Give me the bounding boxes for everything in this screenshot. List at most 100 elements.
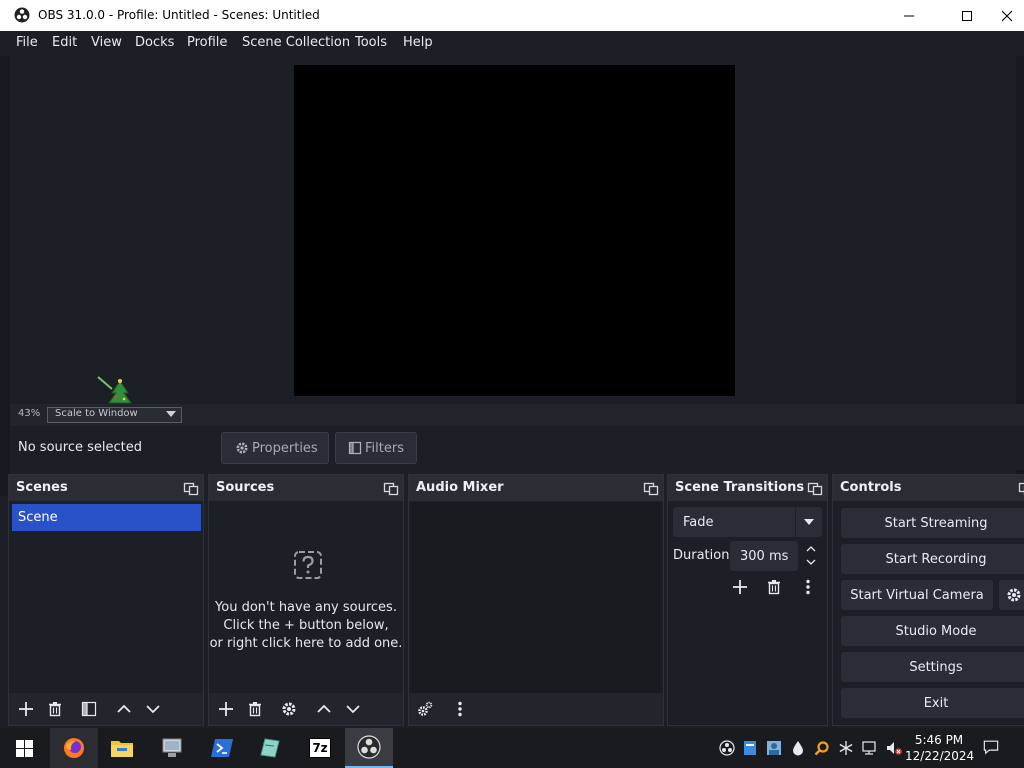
- obs-tray-icon[interactable]: [719, 740, 735, 756]
- speaker-muted-icon[interactable]: [886, 740, 902, 756]
- menu-edit[interactable]: Edit: [52, 35, 77, 50]
- close-button[interactable]: [990, 0, 1024, 31]
- taskbar-firefox[interactable]: [50, 728, 98, 768]
- menu-docks[interactable]: Docks: [135, 35, 174, 50]
- taskbar-7zip[interactable]: 7z: [296, 728, 344, 768]
- no-source-selected-label: No source selected: [18, 440, 142, 455]
- add-source-button[interactable]: [214, 697, 238, 721]
- controls-dock: Controls Start Streaming Start Recording…: [832, 474, 1024, 726]
- start-recording-button[interactable]: Start Recording: [841, 544, 1024, 574]
- filters-button[interactable]: Filters: [335, 432, 417, 464]
- trash-icon: [247, 701, 263, 717]
- gears-icon: [417, 701, 433, 717]
- obs-logo-icon: [357, 735, 381, 759]
- spin-up-icon[interactable]: [806, 545, 816, 552]
- sources-dock-footer: [209, 693, 403, 725]
- remove-scene-button[interactable]: [43, 697, 67, 721]
- transition-dropdown[interactable]: Fade: [673, 507, 822, 537]
- window-title: OBS 31.0.0 - Profile: Untitled - Scenes:…: [38, 8, 320, 22]
- scale-mode-dropdown[interactable]: Scale to Window: [47, 407, 182, 423]
- transition-dropdown-arrow[interactable]: [795, 507, 822, 537]
- settings-button[interactable]: Settings: [841, 652, 1024, 682]
- firefox-icon: [62, 736, 86, 760]
- chevron-down-icon: [345, 701, 361, 717]
- audio-mixer-dock-title: Audio Mixer: [416, 480, 504, 495]
- advanced-audio-properties-button[interactable]: [413, 697, 437, 721]
- minimize-button[interactable]: [886, 0, 932, 31]
- menu-tools[interactable]: Tools: [355, 35, 387, 50]
- remove-transition-button[interactable]: [762, 575, 786, 599]
- taskbar-file-explorer[interactable]: [98, 728, 146, 768]
- menu-scene-collection[interactable]: Scene Collection: [242, 35, 350, 50]
- 7zip-icon: 7z: [309, 738, 331, 758]
- menu-file[interactable]: File: [16, 35, 38, 50]
- trash-icon: [766, 579, 782, 595]
- move-source-down-button[interactable]: [341, 697, 365, 721]
- undock-icon[interactable]: [807, 480, 823, 496]
- undock-icon[interactable]: [1018, 480, 1024, 496]
- studio-mode-button[interactable]: Studio Mode: [841, 616, 1024, 646]
- scene-transitions-dock-header: Scene Transitions: [668, 475, 827, 501]
- scene-list-item[interactable]: Scene: [12, 504, 201, 531]
- start-streaming-button[interactable]: Start Streaming: [841, 508, 1024, 538]
- preview-canvas[interactable]: [294, 65, 735, 396]
- title-bar: OBS 31.0.0 - Profile: Untitled - Scenes:…: [0, 0, 1024, 31]
- undock-icon[interactable]: [643, 480, 659, 496]
- app-icon: [259, 737, 281, 759]
- taskbar-clock[interactable]: 5:46 PM 12/22/2024: [905, 732, 974, 764]
- taskbar-powershell[interactable]: [198, 728, 246, 768]
- scene-transitions-dock-title: Scene Transitions: [675, 480, 805, 495]
- magnifier-icon[interactable]: [814, 740, 830, 756]
- start-button[interactable]: [0, 728, 48, 768]
- exit-button[interactable]: Exit: [841, 688, 1024, 718]
- water-drop-icon[interactable]: [790, 740, 806, 756]
- taskbar-obs[interactable]: [345, 728, 393, 768]
- scene-transitions-dock: Scene Transitions Fade Duration 300 ms: [667, 474, 828, 726]
- source-properties-button[interactable]: [277, 697, 301, 721]
- transition-value: Fade: [683, 515, 714, 530]
- sources-dock-title: Sources: [216, 480, 275, 495]
- filters-label: Filters: [365, 440, 404, 456]
- duration-input[interactable]: 300 ms: [730, 541, 798, 571]
- powershell-icon: [211, 738, 233, 758]
- scene-filters-button[interactable]: [77, 697, 101, 721]
- move-scene-up-button[interactable]: [112, 697, 136, 721]
- taskbar-pinned-app[interactable]: [148, 728, 196, 768]
- trash-icon: [47, 701, 63, 717]
- menu-help[interactable]: Help: [403, 35, 433, 50]
- no-sources-line-2: Click the + button below,: [223, 618, 389, 633]
- duration-label: Duration: [673, 548, 730, 563]
- chevron-down-icon: [145, 701, 161, 717]
- move-source-up-button[interactable]: [312, 697, 336, 721]
- undock-icon[interactable]: [183, 480, 199, 496]
- windows-logo-icon: [15, 739, 33, 757]
- left-dock-edge: [0, 56, 10, 496]
- plus-icon: [732, 579, 748, 595]
- snowflake-icon[interactable]: [838, 740, 854, 756]
- audio-mixer-area: [411, 502, 661, 696]
- notification-icon[interactable]: [983, 739, 999, 755]
- virtual-camera-settings-button[interactable]: [999, 580, 1024, 610]
- taskbar-app-viewer[interactable]: [246, 728, 294, 768]
- undock-icon[interactable]: [383, 480, 399, 496]
- add-transition-button[interactable]: [728, 575, 752, 599]
- start-virtual-camera-button[interactable]: Start Virtual Camera: [841, 580, 993, 610]
- tray-user-icon[interactable]: [766, 740, 782, 756]
- maximize-button[interactable]: [944, 0, 990, 31]
- chevron-down-icon: [166, 411, 176, 418]
- audio-mixer-menu-button[interactable]: [448, 697, 472, 721]
- menu-profile[interactable]: Profile: [187, 35, 227, 50]
- chevron-down-icon: [804, 519, 814, 525]
- move-scene-down-button[interactable]: [141, 697, 165, 721]
- remove-source-button[interactable]: [243, 697, 267, 721]
- tray-app-icon[interactable]: [742, 740, 758, 756]
- network-icon[interactable]: [862, 740, 878, 756]
- preview-zoom-bar: 43% Scale to Window: [10, 404, 1024, 426]
- spin-down-icon[interactable]: [806, 559, 816, 566]
- menu-view[interactable]: View: [91, 35, 122, 50]
- audio-mixer-footer: [409, 693, 663, 725]
- transition-menu-button[interactable]: [796, 575, 820, 599]
- properties-button[interactable]: Properties: [221, 432, 329, 464]
- add-scene-button[interactable]: [14, 697, 38, 721]
- filter-icon: [348, 441, 362, 455]
